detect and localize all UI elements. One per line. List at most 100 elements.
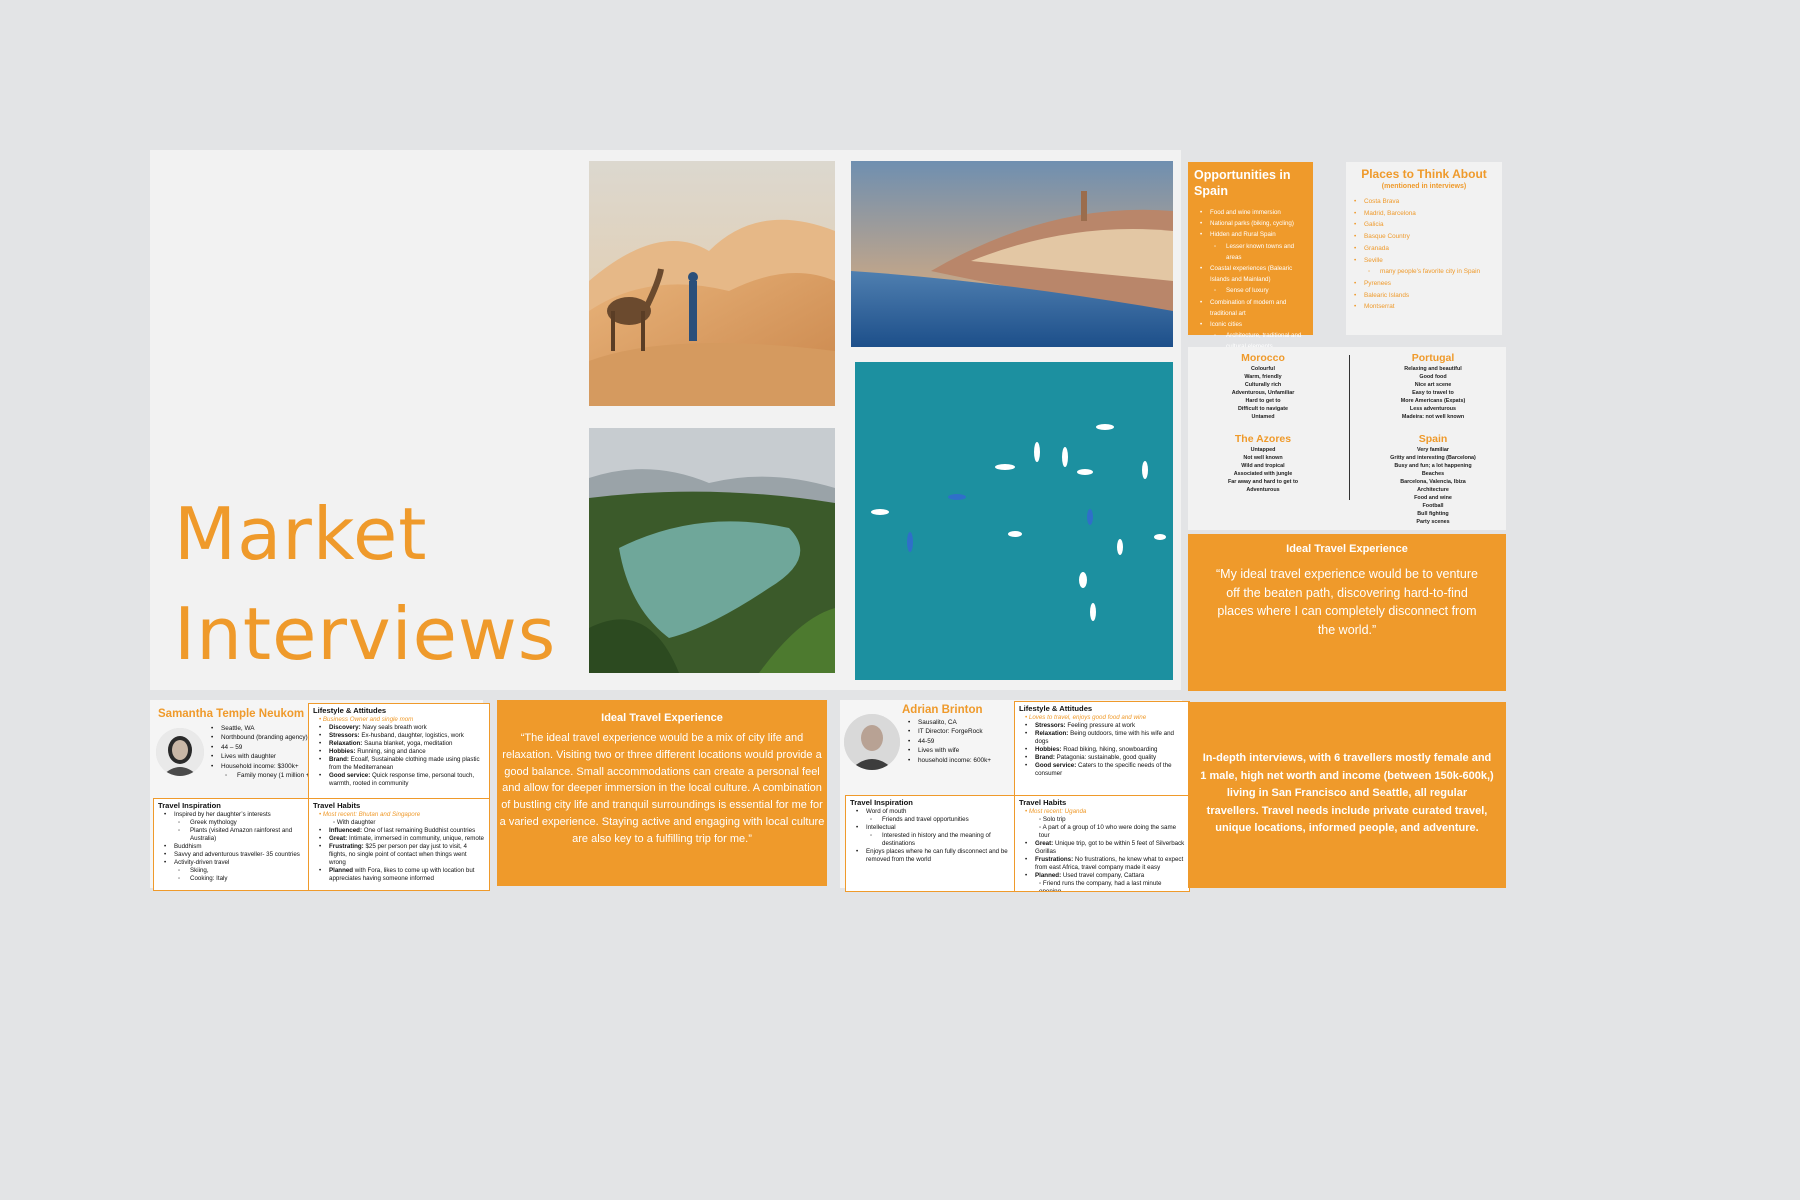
inspiration-item: Word of mouth xyxy=(856,808,1016,816)
inspiration-item: Skiing, xyxy=(168,867,310,875)
country-trait: Gritty and interesting (Barcelona) xyxy=(1390,455,1476,461)
spain-opportunity-item: Hidden and Rural Spain xyxy=(1200,229,1307,240)
country-trait: Good food xyxy=(1419,374,1447,380)
persona2-info: Sausalito, CAIT Director: ForgeRock44-59… xyxy=(902,718,1022,765)
persona2-habits-highlight: • Most recent: Uganda xyxy=(1025,808,1087,815)
persona1-info: Seattle, WANorthbound (branding agency)4… xyxy=(205,724,325,781)
country-trait: Architecture xyxy=(1417,487,1449,493)
persona2-habits-box: Travel Habits • Most recent: Uganda ◦ So… xyxy=(1014,795,1190,892)
inspiration-item: Activity-driven travel xyxy=(164,859,310,867)
inspiration-item: Enjoys places where he can fully disconn… xyxy=(856,848,1016,864)
place-item: Pyrenees xyxy=(1354,278,1500,290)
habit-item: Great: Unique trip, got to be within 5 f… xyxy=(1025,840,1185,856)
persona-info-item: Sausalito, CA xyxy=(908,718,1022,728)
country-trait: Culturally rich xyxy=(1244,382,1282,388)
woman-portrait xyxy=(156,728,204,776)
lifestyle-item: Brand: Patagonia: sustainable, good qual… xyxy=(1025,754,1185,762)
persona2-name: Adrian Brinton xyxy=(902,704,983,716)
lifestyle-item: Relaxation: Sauna blanket, yoga, meditat… xyxy=(319,740,485,748)
spain-opportunity-item: Food and wine immersion xyxy=(1200,207,1307,218)
persona2-inspiration-box: Travel Inspiration Word of mouthFriends … xyxy=(845,795,1021,892)
country-trait: Difficult to navigate xyxy=(1237,406,1289,412)
ideal-right-title: Ideal Travel Experience xyxy=(1286,543,1408,555)
habit-item: Great: Intimate, immersed in community, … xyxy=(319,835,485,843)
habit-item: Frustrations: No frustrations, he knew w… xyxy=(1025,856,1185,872)
persona2-inspiration-list: Word of mouthFriends and travel opportun… xyxy=(850,808,1016,864)
place-item: many people’s favorite city in Spain xyxy=(1358,266,1500,278)
persona2-lifestyle-title: Lifestyle & Attitudes xyxy=(1019,704,1093,713)
hero-title-line1: Market xyxy=(174,492,428,576)
spain-opportunity-item: Sense of luxury xyxy=(1204,285,1307,296)
lifestyle-item: Good service: Caters to the specific nee… xyxy=(1025,762,1185,778)
habit-item: Frustrating: $25 per person per day just… xyxy=(319,843,485,867)
persona1-lifestyle-box: Lifestyle & Attitudes • Business Owner a… xyxy=(308,703,490,801)
place-item: Granada xyxy=(1354,243,1500,255)
inspiration-item: Greek mythology xyxy=(168,819,310,827)
places-subtitle: (mentioned in interviews) xyxy=(1381,183,1467,190)
desert-camel-photo xyxy=(589,161,835,406)
inspiration-item: Savvy and adventurous traveller- 35 coun… xyxy=(164,851,310,859)
inspiration-item: Cooking: Italy xyxy=(168,875,310,883)
country-trait: Party scenes xyxy=(1416,519,1450,525)
country-trait: Untapped xyxy=(1250,447,1276,453)
summary-panel: In-depth interviews, with 6 travellers m… xyxy=(1188,702,1506,888)
inspiration-item: Friends and travel opportunities xyxy=(860,816,1016,824)
spain-opportunities-title: Opportunities in Spain xyxy=(1194,168,1291,198)
place-item: Costa Brava xyxy=(1354,196,1500,208)
azores-title: The Azores xyxy=(1234,433,1292,445)
spain-opportunity-item: Iconic cities xyxy=(1200,319,1307,330)
country-trait: Not well known xyxy=(1243,455,1283,461)
lifestyle-item: Brand: Ecoalf, Sustainable clothing made… xyxy=(319,756,485,772)
spain-opportunity-item: Coastal experiences (Balearic Islands an… xyxy=(1200,263,1307,285)
azores-traits: Untapped Not well known Wild and tropical A… xyxy=(1193,446,1333,494)
places-list: Costa BravaMadrid, BarcelonaGaliciaBasqu… xyxy=(1348,196,1500,313)
portugal-traits: Relaxing and beautiful Good food Nice art … xyxy=(1363,365,1503,421)
country-trait: Adventurous xyxy=(1246,487,1280,493)
spain-block: Spain Very familiar Gritty and interestin… xyxy=(1363,432,1503,526)
persona2-habits-title: Travel Habits xyxy=(1019,798,1067,807)
place-item: Balearic Islands xyxy=(1354,290,1500,302)
country-trait: Barcelona, Valencia, Ibiza xyxy=(1400,479,1466,485)
hero-title-line2: Interviews xyxy=(174,592,557,676)
spain-country-title: Spain xyxy=(1418,433,1448,445)
persona1-habits-list: Influenced: One of last remaining Buddhi… xyxy=(313,827,485,883)
country-trait: Football xyxy=(1422,503,1444,509)
lifestyle-item: Stressors: Feeling pressure at work xyxy=(1025,722,1185,730)
countries-divider xyxy=(1349,355,1350,500)
portugal-block: Portugal Relaxing and beautiful Good food… xyxy=(1363,351,1503,421)
country-trait: Far away and hard to get to xyxy=(1227,479,1299,485)
country-trait: Nice art scene xyxy=(1414,382,1452,388)
persona-card-samantha: Samantha Temple Neukom Seattle, WANorthb… xyxy=(150,700,490,891)
countries-panel: Morocco Colourful Warm, friendly Culturall… xyxy=(1188,347,1506,530)
inspiration-item: Intellectual xyxy=(856,824,1016,832)
persona1-lifestyle-highlight: • Business Owner and single mom xyxy=(319,716,414,723)
country-trait: Easy to travel to xyxy=(1412,390,1454,396)
persona1-name: Samantha Temple Neukom xyxy=(158,708,305,720)
spain-opportunity-item: Lesser known towns and areas xyxy=(1204,241,1307,263)
habit-item: Influenced: One of last remaining Buddhi… xyxy=(319,827,485,835)
persona1-habits-box: Travel Habits • Most recent: Bhutan and … xyxy=(308,798,490,891)
surfers-aerial-photo xyxy=(855,362,1173,680)
places-title: Places to Think About xyxy=(1361,167,1487,181)
persona2-inspiration-title: Travel Inspiration xyxy=(850,798,913,807)
country-trait: Food and wine xyxy=(1414,495,1452,501)
country-trait: Busy and fun; a lot happening xyxy=(1394,463,1472,469)
lifestyle-item: Hobbies: Running, sing and dance xyxy=(319,748,485,756)
ideal-travel-right: Ideal Travel Experience “My ideal travel… xyxy=(1188,534,1506,691)
persona2-habits-sub3: ◦ Friend runs the company, had a last mi… xyxy=(1039,880,1162,892)
persona2-lifestyle-box: Lifestyle & Attitudes • Loves to travel,… xyxy=(1014,701,1190,797)
persona-info-item: IT Director: ForgeRock xyxy=(908,727,1022,737)
country-trait: Colourful xyxy=(1251,366,1275,372)
place-item: Basque Country xyxy=(1354,231,1500,243)
persona-info-item: household income: 600k+ xyxy=(908,756,1022,766)
country-trait: Madeira: not well known xyxy=(1401,414,1465,420)
azores-block: The Azores Untapped Not well known Wild an… xyxy=(1193,432,1333,494)
lifestyle-item: Stressors: Ex-husband, daughter, logisti… xyxy=(319,732,485,740)
persona2-lifestyle-list: Stressors: Feeling pressure at workRelax… xyxy=(1019,722,1185,778)
places-panel: Places to Think About (mentioned in inte… xyxy=(1346,162,1502,335)
persona2-habits-sub2: ◦ A part of a group of 10 who were doing… xyxy=(1039,824,1177,839)
man-portrait xyxy=(844,714,900,770)
country-trait: Beaches xyxy=(1421,471,1445,477)
porto-city-photo xyxy=(851,161,1173,347)
persona1-habits-title: Travel Habits xyxy=(313,801,361,810)
